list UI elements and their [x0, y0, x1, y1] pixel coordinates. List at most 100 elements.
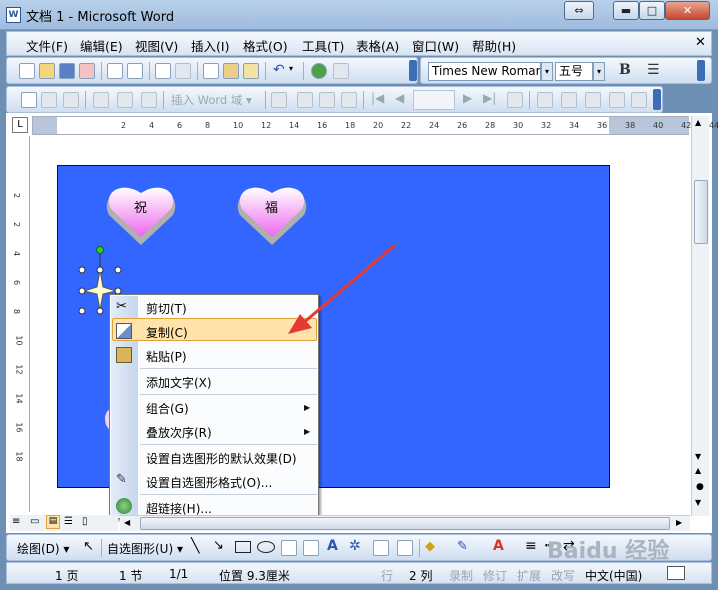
- merge-fax-icon[interactable]: [631, 92, 647, 108]
- print-preview-icon[interactable]: [127, 63, 143, 79]
- merge-printer-icon[interactable]: [585, 92, 601, 108]
- format-painter-icon[interactable]: [243, 63, 259, 79]
- oval-tool-icon[interactable]: [257, 541, 275, 553]
- find-entry-icon[interactable]: [507, 92, 523, 108]
- heart-shape-fu[interactable]: [236, 185, 308, 247]
- font-size-dropdown-icon[interactable]: ▾: [593, 62, 605, 81]
- heart-shape-zhu[interactable]: [105, 185, 177, 247]
- horizontal-scrollbar[interactable]: ◀ ▶: [120, 515, 690, 531]
- scroll-right-icon[interactable]: ▶: [676, 518, 682, 527]
- propagate-labels-icon[interactable]: [341, 92, 357, 108]
- arrow-tool-icon[interactable]: ↘: [213, 538, 224, 553]
- vertical-scrollbar[interactable]: ▲ ▼ ▲ ● ▼: [691, 116, 709, 516]
- previous-page-icon[interactable]: ▲: [695, 466, 701, 475]
- menu-format[interactable]: 格式(O): [243, 36, 288, 55]
- menu-item-format-shape[interactable]: 设置自选图形格式(O)...: [146, 474, 272, 491]
- font-size-combo[interactable]: 五号: [555, 62, 593, 81]
- font-name-combo[interactable]: Times New Roman: [428, 62, 541, 81]
- merge-fields-icon[interactable]: [141, 92, 157, 108]
- table-icon[interactable]: [333, 63, 349, 79]
- clip-art-icon[interactable]: [373, 540, 389, 556]
- text-box-icon[interactable]: [281, 540, 297, 556]
- line-tool-icon[interactable]: ╲: [191, 538, 199, 554]
- next-record-icon[interactable]: ▶: [463, 91, 472, 105]
- last-record-icon[interactable]: ▶|: [483, 91, 496, 105]
- toolbar-options-icon[interactable]: [409, 60, 417, 81]
- restore-icon[interactable]: ⇔: [564, 1, 594, 20]
- scroll-thumb[interactable]: [694, 180, 708, 244]
- status-ext[interactable]: 扩展: [517, 567, 541, 584]
- vertical-text-box-icon[interactable]: [303, 540, 319, 556]
- menu-item-order[interactable]: 叠放次序(R): [146, 424, 212, 441]
- menu-item-copy[interactable]: 复制(C): [146, 324, 188, 341]
- fill-color-icon[interactable]: ◆: [425, 539, 435, 554]
- font-color-icon[interactable]: A: [493, 538, 504, 554]
- menu-tools[interactable]: 工具(T): [302, 36, 344, 55]
- merge-email-icon[interactable]: [609, 92, 625, 108]
- normal-view-icon[interactable]: ≡: [12, 516, 20, 527]
- outline-view-icon[interactable]: ☰: [64, 516, 73, 527]
- menu-item-paste[interactable]: 粘贴(P): [146, 348, 187, 365]
- word-app-icon[interactable]: W: [6, 7, 21, 23]
- match-fields-icon[interactable]: [319, 92, 335, 108]
- menu-item-default-effect[interactable]: 设置自选图形的默认效果(D): [146, 450, 297, 467]
- autoshapes-button[interactable]: 自选图形(U) ▾: [107, 540, 183, 557]
- first-record-icon[interactable]: |◀: [371, 91, 384, 105]
- scroll-down-icon[interactable]: ▼: [695, 452, 701, 461]
- scroll-left-icon[interactable]: ◀: [124, 518, 130, 527]
- save-icon[interactable]: [59, 63, 75, 79]
- permission-icon[interactable]: [79, 63, 95, 79]
- insert-word-field-button[interactable]: 插入 Word 域 ▾: [171, 92, 252, 108]
- maximize-button[interactable]: □: [639, 1, 665, 20]
- undo-icon[interactable]: ↶: [273, 62, 285, 78]
- paste-toolbar-icon[interactable]: [223, 63, 239, 79]
- status-rec[interactable]: 录制: [449, 567, 473, 584]
- font-name-dropdown-icon[interactable]: ▾: [541, 62, 553, 81]
- toolbar-options-icon[interactable]: [697, 60, 705, 81]
- rectangle-tool-icon[interactable]: [235, 541, 251, 553]
- toolbar-options-icon[interactable]: [653, 89, 661, 110]
- minimize-button[interactable]: ▬: [613, 1, 639, 20]
- view-merged-data-icon[interactable]: [271, 92, 287, 108]
- spelling-status-icon[interactable]: [667, 566, 685, 580]
- horizontal-ruler[interactable]: 8642246810121416182022242628303234363840…: [32, 116, 718, 135]
- vertical-ruler[interactable]: 2 2 4 6 8 10 12 14 16 18: [10, 136, 30, 512]
- align-icon[interactable]: ☰: [647, 62, 660, 78]
- menu-help[interactable]: 帮助(H): [472, 36, 516, 55]
- close-doc-icon[interactable]: ✕: [695, 35, 706, 50]
- select-pointer-icon[interactable]: ↖: [83, 539, 94, 554]
- check-errors-icon[interactable]: [537, 92, 553, 108]
- picture-icon[interactable]: [397, 540, 413, 556]
- print-layout-view-icon[interactable]: ▤: [46, 515, 60, 529]
- merge-new-doc-icon[interactable]: [561, 92, 577, 108]
- undo-dropdown-icon[interactable]: ▾: [289, 64, 293, 73]
- menu-item-group[interactable]: 组合(G): [146, 400, 189, 417]
- main-document-icon[interactable]: [21, 92, 37, 108]
- line-color-icon[interactable]: ✎: [457, 539, 468, 554]
- menu-edit[interactable]: 编辑(E): [80, 36, 123, 55]
- status-trk[interactable]: 修订: [483, 567, 507, 584]
- close-button[interactable]: ✕: [665, 1, 710, 20]
- line-style-icon[interactable]: ≡: [525, 538, 537, 554]
- address-block-icon[interactable]: [93, 92, 109, 108]
- draw-menu-button[interactable]: 绘图(D) ▾: [17, 540, 69, 557]
- menu-item-add-text[interactable]: 添加文字(X): [146, 374, 212, 391]
- open-icon[interactable]: [39, 63, 55, 79]
- greeting-line-icon[interactable]: [117, 92, 133, 108]
- print-icon[interactable]: [107, 63, 123, 79]
- menu-table[interactable]: 表格(A): [356, 36, 399, 55]
- diagram-icon[interactable]: ✲: [349, 538, 361, 554]
- menu-insert[interactable]: 插入(I): [191, 36, 229, 55]
- research-icon[interactable]: [175, 63, 191, 79]
- previous-record-icon[interactable]: ◀: [395, 91, 404, 105]
- status-ovr[interactable]: 改写: [551, 567, 575, 584]
- new-icon[interactable]: [19, 63, 35, 79]
- copy-toolbar-icon[interactable]: [203, 63, 219, 79]
- reading-view-icon[interactable]: ▯: [82, 516, 88, 527]
- web-view-icon[interactable]: ▭: [30, 516, 39, 527]
- highlight-fields-icon[interactable]: [297, 92, 313, 108]
- menu-window[interactable]: 窗口(W): [412, 36, 459, 55]
- recipients-icon[interactable]: [63, 92, 79, 108]
- record-number-input[interactable]: [413, 90, 455, 110]
- wordart-icon[interactable]: A: [327, 538, 338, 554]
